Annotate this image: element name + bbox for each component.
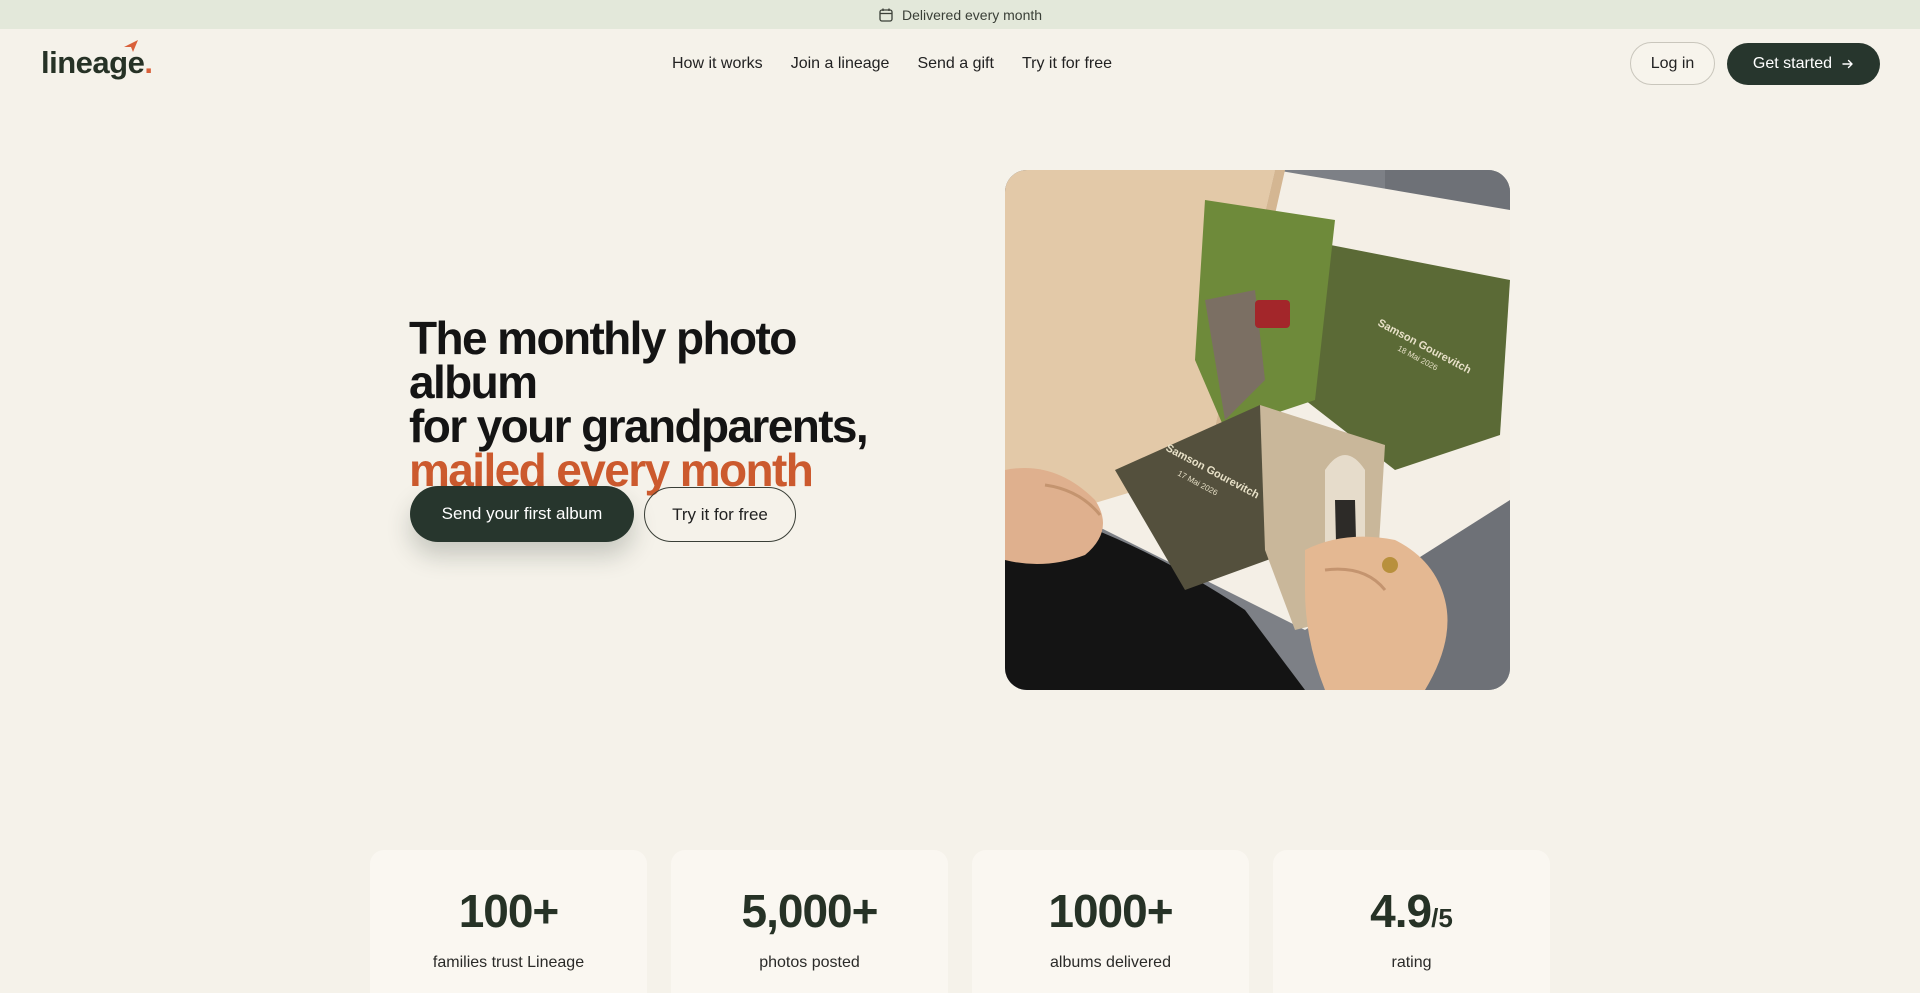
nav-join-a-lineage[interactable]: Join a lineage — [791, 55, 890, 73]
nav-how-it-works[interactable]: How it works — [672, 55, 763, 73]
stat-label: photos posted — [759, 954, 860, 971]
get-started-button[interactable]: Get started — [1727, 43, 1880, 85]
nav-send-a-gift[interactable]: Send a gift — [917, 55, 994, 73]
nav-try-it-for-free[interactable]: Try it for free — [1022, 55, 1112, 73]
stat-value: 100+ — [458, 885, 560, 937]
hero-title-line-2: for your grandparents, — [409, 400, 869, 452]
paper-plane-icon — [124, 40, 138, 52]
try-it-free-label: Try it for free — [672, 504, 768, 524]
send-first-album-label: Send your first album — [441, 504, 603, 523]
stat-card-albums: 1000+ albums delivered — [972, 850, 1249, 993]
calendar-icon — [879, 8, 893, 22]
send-first-album-button[interactable]: Send your first album — [410, 486, 634, 542]
stat-value: 4.9/5 — [1370, 885, 1453, 937]
arrow-right-icon — [1842, 59, 1853, 69]
stat-card-families: 100+ families trust Lineage — [370, 850, 647, 993]
stat-label: albums delivered — [1050, 954, 1171, 971]
stat-value: 5,000+ — [741, 885, 879, 937]
site-header: lineage. How it works Join a lineage Sen… — [0, 29, 1920, 99]
logo[interactable]: lineage. — [41, 40, 153, 81]
stat-card-rating: 4.9/5 rating — [1273, 850, 1550, 993]
login-button[interactable]: Log in — [1630, 42, 1715, 85]
try-it-free-button[interactable]: Try it for free — [644, 487, 796, 542]
logo-dot: . — [144, 45, 153, 80]
login-label: Log in — [1650, 54, 1695, 72]
main-nav: How it works Join a lineage Send a gift … — [672, 55, 1112, 73]
stat-value: 1000+ — [1048, 885, 1173, 937]
hero-title-line-1: The monthly photo album — [409, 312, 797, 408]
hero-title: The monthly photo album for your grandpa… — [409, 312, 929, 493]
stat-label: families trust Lineage — [432, 954, 585, 971]
announcement-text: Delivered every month — [901, 6, 1043, 23]
get-started-label: Get started — [1752, 55, 1833, 72]
stat-card-photos: 5,000+ photos posted — [671, 850, 948, 993]
hero-album-photo: Samson Gourevitch 18 Mai 2026 Samson Gou… — [1005, 170, 1510, 690]
announcement-bar: Delivered every month — [0, 0, 1920, 29]
stat-label: rating — [1391, 954, 1432, 971]
